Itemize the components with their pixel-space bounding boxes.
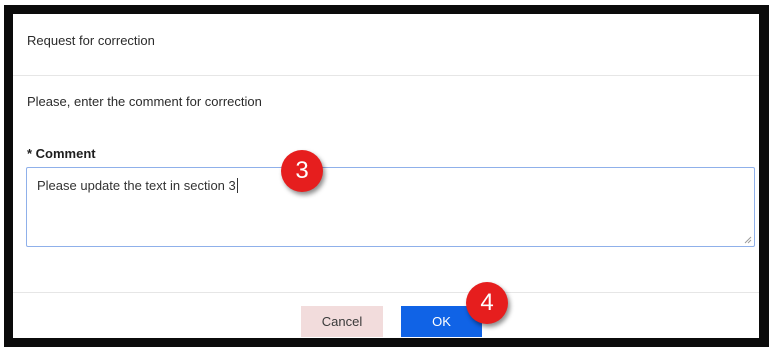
comment-label: * Comment <box>27 146 96 161</box>
correction-dialog: Request for correction Please, enter the… <box>13 14 759 338</box>
cancel-button[interactable]: Cancel <box>301 306 383 337</box>
resize-grip-icon[interactable] <box>744 236 752 244</box>
comment-value: Please update the text in section 3 <box>37 178 236 193</box>
step-3-annotation-badge: 3 <box>281 150 323 192</box>
step-4-annotation-badge: 4 <box>466 282 508 324</box>
comment-textarea[interactable]: Please update the text in section 3 <box>26 167 755 247</box>
screenshot-frame: Request for correction Please, enter the… <box>0 0 769 347</box>
dialog-instruction: Please, enter the comment for correction <box>27 94 262 109</box>
frame-border-left <box>4 5 13 347</box>
frame-border-top <box>4 5 760 14</box>
comment-text-wrapper: Please update the text in section 3 <box>37 178 238 193</box>
frame-border-bottom <box>4 338 769 347</box>
dialog-footer: Cancel OK <box>13 292 759 338</box>
frame-border-right <box>759 5 769 347</box>
dialog-title: Request for correction <box>27 33 155 48</box>
dialog-header: Request for correction <box>13 14 759 76</box>
text-caret <box>236 178 238 193</box>
